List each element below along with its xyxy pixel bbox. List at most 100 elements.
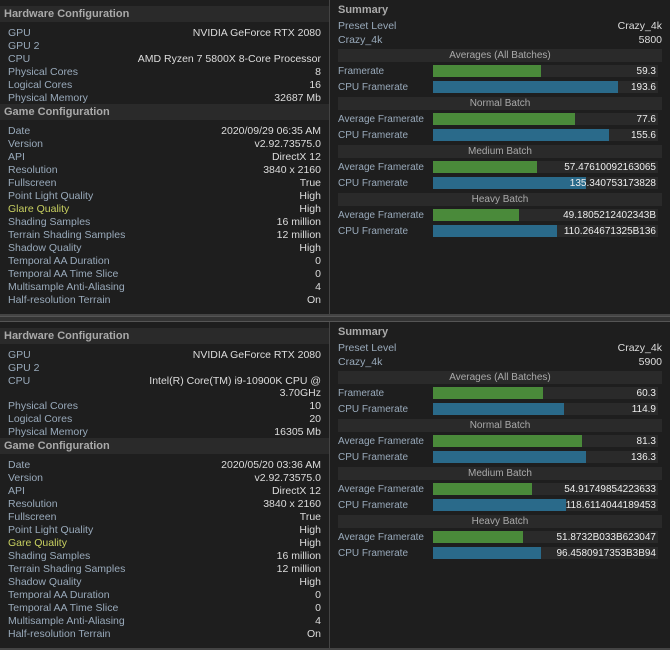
phys-cores-label-1: Physical Cores xyxy=(8,66,108,78)
med-avg-bar-fill-2 xyxy=(433,483,532,495)
resolution-row-2: Resolution 3840 x 2160 xyxy=(8,497,321,510)
version-label-2: Version xyxy=(8,472,108,484)
terrain-row-2: Terrain Shading Samples 12 million xyxy=(8,562,321,575)
phys-mem-label-1: Physical Memory xyxy=(8,92,108,104)
averages-label-1: Averages (All Batches) xyxy=(338,49,662,62)
avg-cpu-bar-label-1: CPU Framerate xyxy=(338,130,433,141)
med-avg-bar-value-2: 54.91749854223633 xyxy=(564,483,656,495)
med-cpu-bar-row-1: CPU Framerate 135.340753173828 xyxy=(338,176,662,190)
med-avg-bar-container-1: 57.47610092163065 xyxy=(433,161,658,173)
shading-val-1: 16 million xyxy=(277,216,321,228)
resolution-label-1: Resolution xyxy=(8,164,108,176)
terrain-val-1: 12 million xyxy=(277,229,321,241)
gpu-val-1: NVIDIA GeForce RTX 2080 xyxy=(193,27,321,39)
game-config-header-1: Game Configuration xyxy=(0,104,329,120)
normal-batch-label-2: Normal Batch xyxy=(338,419,662,432)
half-res-row-2: Half-resolution Terrain On xyxy=(8,627,321,640)
phys-mem-label-2: Physical Memory xyxy=(8,426,108,438)
temporal-aa-row-2: Temporal AA Duration 0 xyxy=(8,588,321,601)
glare-row-2: Gare Quality High xyxy=(8,536,321,549)
avg-framerate-bar-container-2: 81.3 xyxy=(433,435,658,447)
phys-cores-label-2: Physical Cores xyxy=(8,400,108,412)
api-val-2: DirectX 12 xyxy=(272,485,321,497)
api-row-1: API DirectX 12 xyxy=(8,150,321,163)
avg-framerate-bar-row-2: Average Framerate 81.3 xyxy=(338,434,662,448)
point-light-row-2: Point Light Quality High xyxy=(8,523,321,536)
date-label-1: Date xyxy=(8,125,108,137)
cpu-val-2: Intel(R) Core(TM) i9-10900K CPU @ 3.70GH… xyxy=(121,375,321,399)
cpu-val-1: AMD Ryzen 7 5800X 8-Core Processor xyxy=(138,53,321,65)
avg-cpu-bar-container-1: 155.6 xyxy=(433,129,658,141)
avg-framerate-bar-fill-1 xyxy=(433,113,575,125)
left-panel-1: Hardware Configuration GPU NVIDIA GeForc… xyxy=(0,0,330,314)
temporal-slice-label-2: Temporal AA Time Slice xyxy=(8,602,118,614)
heavy-avg-bar-fill-1 xyxy=(433,209,519,221)
med-avg-bar-label-2: Average Framerate xyxy=(338,484,433,495)
preset-score-val-2: 5900 xyxy=(639,356,662,368)
med-avg-bar-container-2: 54.91749854223633 xyxy=(433,483,658,495)
med-cpu-bar-row-2: CPU Framerate 118.6114044189453 xyxy=(338,498,662,512)
med-cpu-bar-value-2: 118.6114044189453 xyxy=(566,499,656,511)
right-panel-1: Summary Preset Level Crazy_4k Crazy_4k 5… xyxy=(330,0,670,314)
phys-mem-row-2: Physical Memory 16305 Mb xyxy=(8,425,321,438)
med-avg-bar-value-1: 57.47610092163065 xyxy=(564,161,656,173)
resolution-label-2: Resolution xyxy=(8,498,108,510)
avg-framerate-bar-container-1: 77.6 xyxy=(433,113,658,125)
log-cores-row-1: Logical Cores 16 xyxy=(8,78,321,91)
version-val-1: v2.92.73575.0 xyxy=(254,138,321,150)
half-res-label-2: Half-resolution Terrain xyxy=(8,628,111,640)
avg-cpu-bar-row-2: CPU Framerate 136.3 xyxy=(338,450,662,464)
shading-val-2: 16 million xyxy=(277,550,321,562)
log-cores-val-2: 20 xyxy=(309,413,321,425)
date-row-1: Date 2020/09/29 06:35 AM xyxy=(8,124,321,137)
shadow-val-1: High xyxy=(299,242,321,254)
med-avg-bar-row-2: Average Framerate 54.91749854223633 xyxy=(338,482,662,496)
api-label-2: API xyxy=(8,485,108,497)
phys-cores-row-2: Physical Cores 10 xyxy=(8,399,321,412)
cpu-framerate-bar-container-1: 193.6 xyxy=(433,81,658,93)
left-panel-2: Hardware Configuration GPU NVIDIA GeForc… xyxy=(0,322,330,648)
cpu-framerate-bar-value-2: 114.9 xyxy=(632,403,656,415)
api-row-2: API DirectX 12 xyxy=(8,484,321,497)
half-res-label-1: Half-resolution Terrain xyxy=(8,294,111,306)
bottom-row: Hardware Configuration GPU NVIDIA GeForc… xyxy=(0,322,670,650)
cpu-row-1: CPU AMD Ryzen 7 5800X 8-Core Processor xyxy=(8,52,321,65)
framerate-bar-row-1: Framerate 59.3 xyxy=(338,64,662,78)
heavy-avg-bar-row-1: Average Framerate 49.1805212402343B xyxy=(338,208,662,222)
avg-cpu-bar-value-1: 155.6 xyxy=(631,129,656,141)
terrain-label-1: Terrain Shading Samples xyxy=(8,229,125,241)
gpu2-row-2: GPU 2 xyxy=(8,361,321,374)
heavy-cpu-bar-value-1: 110.264671325B136 xyxy=(564,225,656,237)
normal-batch-label-1: Normal Batch xyxy=(338,97,662,110)
cpu-framerate-bar-row-1: CPU Framerate 193.6 xyxy=(338,80,662,94)
heavy-avg-bar-value-2: 51.8732B033B623047 xyxy=(556,531,656,543)
shadow-row-2: Shadow Quality High xyxy=(8,575,321,588)
shadow-label-1: Shadow Quality xyxy=(8,242,108,254)
heavy-batch-label-2: Heavy Batch xyxy=(338,515,662,528)
resolution-row-1: Resolution 3840 x 2160 xyxy=(8,163,321,176)
temporal-aa-label-2: Temporal AA Duration xyxy=(8,589,110,601)
preset-level-label-1: Preset Level xyxy=(338,20,396,32)
top-row: Hardware Configuration GPU NVIDIA GeForc… xyxy=(0,0,670,316)
gpu-val-2: NVIDIA GeForce RTX 2080 xyxy=(193,349,321,361)
temporal-aa-val-1: 0 xyxy=(315,255,321,267)
gpu-row-1: GPU NVIDIA GeForce RTX 2080 xyxy=(8,26,321,39)
avg-framerate-bar-row-1: Average Framerate 77.6 xyxy=(338,112,662,126)
glare-val-2: High xyxy=(299,537,321,549)
gpu2-label-1: GPU 2 xyxy=(8,40,108,52)
cpu-framerate-bar-value-1: 193.6 xyxy=(631,81,656,93)
version-row-2: Version v2.92.73575.0 xyxy=(8,471,321,484)
preset-level-label-2: Preset Level xyxy=(338,342,396,354)
med-cpu-bar-value-1: 135.340753173828 xyxy=(570,177,656,189)
glare-val-1: High xyxy=(299,203,321,215)
cpu-framerate-bar-label-2: CPU Framerate xyxy=(338,404,433,415)
gpu-label-2: GPU xyxy=(8,349,108,361)
cpu-row-2: CPU Intel(R) Core(TM) i9-10900K CPU @ 3.… xyxy=(8,374,321,399)
preset-level-val-2: Crazy_4k xyxy=(618,342,662,354)
api-label-1: API xyxy=(8,151,108,163)
version-val-2: v2.92.73575.0 xyxy=(254,472,321,484)
shadow-label-2: Shadow Quality xyxy=(8,576,108,588)
shading-label-1: Shading Samples xyxy=(8,216,108,228)
hardware-header-1: Hardware Configuration xyxy=(0,6,329,22)
multisample-label-1: Multisample Anti-Aliasing xyxy=(8,281,125,293)
